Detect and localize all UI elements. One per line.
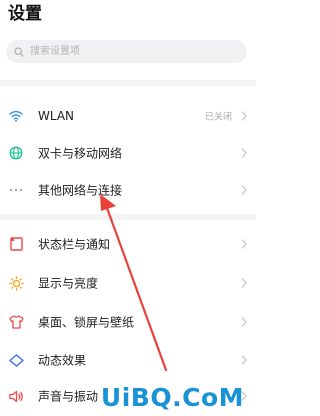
chevron-right-icon: [241, 111, 247, 121]
settings-item-dual-sim[interactable]: 双卡与移动网络: [0, 137, 256, 169]
settings-item-dynamic-effects[interactable]: 动态效果: [0, 344, 256, 376]
speaker-icon: [7, 387, 25, 405]
chevron-right-icon: [241, 355, 247, 365]
notification-icon: [7, 235, 25, 253]
page-title: 设置: [8, 4, 42, 24]
settings-item-label: 桌面、锁屏与壁纸: [38, 315, 135, 330]
settings-item-label: 双卡与移动网络: [38, 146, 123, 161]
globe-icon: [7, 144, 25, 162]
search-input[interactable]: 搜索设置项: [6, 40, 247, 63]
settings-item-label: 显示与亮度: [38, 276, 99, 291]
search-placeholder: 搜索设置项: [30, 46, 80, 57]
settings-item-wlan[interactable]: WLAN 已关闭: [0, 100, 256, 132]
more-dots-icon: [7, 181, 25, 199]
settings-item-display[interactable]: 显示与亮度: [0, 267, 256, 299]
settings-item-desktop[interactable]: 桌面、锁屏与壁纸: [0, 306, 256, 338]
shirt-icon: [7, 313, 25, 331]
settings-item-label: 其他网络与连接: [38, 183, 123, 198]
wlan-status: 已关闭: [204, 112, 232, 123]
chevron-right-icon: [241, 148, 247, 158]
search-icon: [14, 46, 24, 57]
settings-item-status-bar[interactable]: 状态栏与通知: [0, 228, 256, 260]
watermark: UiBQ.CoM: [100, 383, 244, 412]
sun-icon: [7, 274, 25, 292]
section-divider: [0, 80, 256, 86]
wifi-icon: [7, 107, 25, 125]
diamond-icon: [7, 351, 25, 369]
chevron-right-icon: [241, 278, 247, 288]
chevron-right-icon: [241, 317, 247, 327]
settings-item-label: 状态栏与通知: [38, 237, 111, 252]
settings-item-other-networks[interactable]: 其他网络与连接: [0, 174, 256, 206]
chevron-right-icon: [241, 239, 247, 249]
settings-item-label: 声音与振动: [38, 389, 99, 404]
chevron-right-icon: [241, 185, 247, 195]
section-divider: [0, 214, 256, 220]
settings-item-label: 动态效果: [38, 353, 87, 368]
settings-item-label: WLAN: [38, 109, 75, 123]
